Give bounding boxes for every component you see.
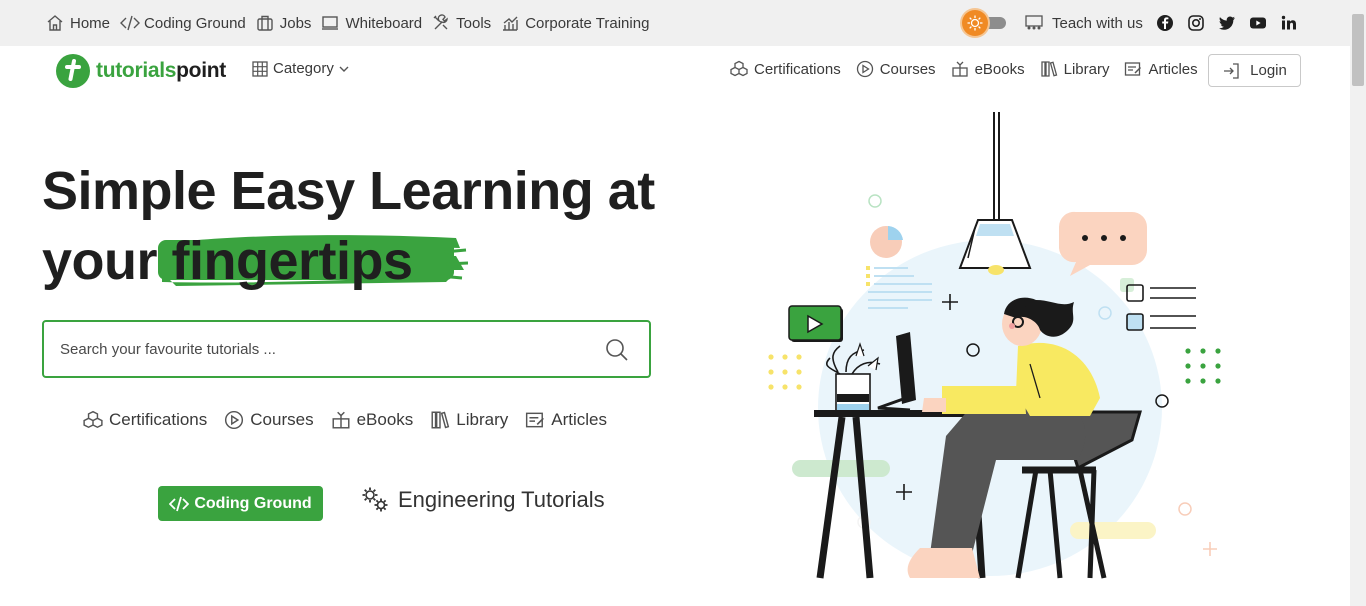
theme-toggle[interactable]: [962, 10, 1006, 36]
person-at-desk-illustration: [768, 112, 1221, 579]
hero-illustration: [760, 108, 1240, 582]
brand-name-part2: point: [176, 59, 226, 82]
nav-link-label: eBooks: [974, 60, 1025, 78]
sun-icon: [962, 10, 988, 36]
play-circle-icon: [856, 60, 874, 78]
hero-quick-links: Certifications Courses eBooks Library Ar…: [83, 410, 624, 430]
nav-link-certifications[interactable]: Certifications: [730, 60, 841, 78]
main-nav: Certifications Courses eBooks Library Ar…: [730, 60, 1213, 78]
certifications-icon: [730, 60, 748, 78]
coding-ground-button[interactable]: Coding Ground: [158, 486, 323, 521]
certifications-icon: [83, 410, 103, 430]
quick-link-courses[interactable]: Courses: [224, 410, 314, 430]
teach-label: Teach with us: [1052, 14, 1143, 32]
nav-link-label: Library: [1063, 60, 1110, 78]
hero-highlight: fingertips: [157, 226, 468, 296]
hero-title-line1: Simple Easy Learning at: [42, 161, 655, 221]
library-icon: [1040, 60, 1058, 78]
grid-icon: [252, 60, 268, 77]
quick-link-label: Library: [456, 410, 509, 429]
quick-link-certifications[interactable]: Certifications: [83, 410, 207, 430]
hero-title-line2: your fingertips: [42, 226, 655, 296]
category-label: Category: [273, 60, 334, 77]
quick-link-label: Certifications: [109, 410, 208, 429]
twitter-icon[interactable]: [1218, 14, 1236, 32]
top-right-actions: Teach with us: [962, 0, 1311, 46]
top-link-home[interactable]: Home: [46, 14, 110, 32]
top-link-label: Jobs: [279, 14, 312, 32]
quick-link-label: Courses: [250, 410, 314, 429]
code-icon: [120, 14, 141, 32]
briefcase-icon: [256, 14, 274, 32]
top-link-corporate-training[interactable]: Corporate Training: [501, 14, 649, 32]
category-dropdown[interactable]: Category: [252, 60, 350, 77]
nav-link-courses[interactable]: Courses: [856, 60, 936, 78]
tools-icon: [432, 14, 450, 32]
coding-ground-label: Coding Ground: [194, 494, 312, 512]
top-link-label: Home: [70, 14, 111, 32]
youtube-icon[interactable]: [1249, 14, 1267, 32]
library-icon: [430, 410, 450, 430]
login-button[interactable]: Login: [1208, 54, 1301, 87]
chevron-down-icon: [338, 63, 350, 75]
code-icon: [169, 495, 190, 513]
top-link-label: Corporate Training: [525, 14, 650, 32]
search-input[interactable]: [60, 322, 580, 376]
gears-icon: [360, 486, 390, 514]
articles-icon: [525, 410, 545, 430]
quick-link-articles[interactable]: Articles: [525, 410, 607, 430]
login-label: Login: [1250, 62, 1287, 79]
brand-name: tutorialspoint: [96, 59, 226, 83]
home-icon: [46, 14, 64, 32]
quick-link-ebooks[interactable]: eBooks: [331, 410, 414, 430]
play-circle-icon: [224, 410, 244, 430]
ebooks-icon: [331, 410, 351, 430]
nav-link-label: Articles: [1148, 60, 1198, 78]
nav-link-label: Courses: [879, 60, 936, 78]
nav-link-library[interactable]: Library: [1040, 60, 1110, 78]
chart-icon: [501, 14, 519, 32]
hero-title: Simple Easy Learning at your fingertips: [42, 156, 655, 296]
quick-link-library[interactable]: Library: [430, 410, 508, 430]
engineering-label: Engineering Tutorials: [398, 487, 605, 512]
quick-link-label: eBooks: [356, 410, 414, 429]
top-link-coding-ground[interactable]: Coding Ground: [120, 14, 246, 32]
quick-link-label: Articles: [551, 410, 607, 429]
search-box: [42, 320, 651, 378]
articles-icon: [1124, 60, 1142, 78]
top-link-label: Coding Ground: [144, 14, 246, 32]
hero-title-prefix: your: [42, 231, 158, 291]
login-icon: [1222, 62, 1240, 80]
top-link-label: Tools: [456, 14, 492, 32]
top-link-jobs[interactable]: Jobs: [256, 14, 312, 32]
engineering-tutorials-link[interactable]: Engineering Tutorials: [360, 486, 605, 514]
nav-link-label: Certifications: [754, 60, 841, 78]
ebooks-icon: [951, 60, 969, 78]
brand-name-part1: tutorials: [96, 59, 177, 82]
logo-mark-icon: [56, 54, 90, 88]
scrollbar-thumb[interactable]: [1352, 14, 1364, 86]
nav-link-ebooks[interactable]: eBooks: [951, 60, 1025, 78]
top-link-label: Whiteboard: [345, 14, 423, 32]
teach-with-us-link[interactable]: Teach with us: [1024, 14, 1143, 32]
top-link-whiteboard[interactable]: Whiteboard: [321, 14, 422, 32]
search-icon[interactable]: [604, 337, 630, 363]
whiteboard-icon: [321, 14, 339, 32]
top-link-tools[interactable]: Tools: [432, 14, 491, 32]
instagram-icon[interactable]: [1187, 14, 1205, 32]
facebook-icon[interactable]: [1156, 14, 1174, 32]
top-links: Home Coding Ground Jobs Whiteboard Tools: [46, 0, 659, 46]
page-scrollbar[interactable]: [1350, 0, 1366, 606]
hero-highlight-text: fingertips: [171, 231, 414, 291]
top-utility-bar: Home Coding Ground Jobs Whiteboard Tools: [0, 0, 1350, 46]
linkedin-icon[interactable]: [1280, 14, 1298, 32]
brand-logo[interactable]: tutorialspoint: [56, 54, 226, 88]
teacher-icon: [1024, 14, 1044, 32]
nav-link-articles[interactable]: Articles: [1124, 60, 1198, 78]
